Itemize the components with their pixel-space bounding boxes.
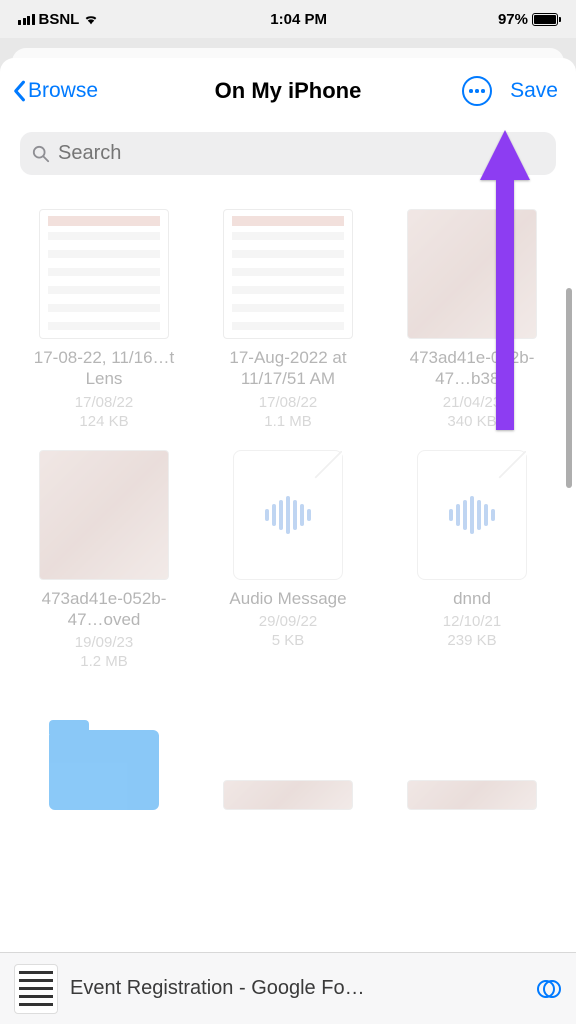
- folder-item[interactable]: [20, 690, 188, 828]
- file-name: 17-Aug-2022 at 11/17/51 AM: [213, 347, 363, 390]
- file-date: 17/08/22: [75, 394, 133, 411]
- file-thumbnail-icon: [407, 780, 537, 810]
- scrollbar[interactable]: [566, 288, 572, 488]
- chevron-left-icon: [12, 80, 26, 102]
- status-right: 97%: [498, 11, 558, 28]
- wifi-icon: [83, 13, 99, 25]
- battery-icon: [532, 13, 558, 26]
- file-size: 340 KB: [447, 413, 496, 430]
- file-date: 17/08/22: [259, 394, 317, 411]
- file-item[interactable]: [388, 690, 556, 828]
- file-size: 239 KB: [447, 632, 496, 649]
- audio-file-icon: [233, 450, 343, 580]
- file-size: 1.1 MB: [264, 413, 312, 430]
- file-date: 12/10/21: [443, 613, 501, 630]
- file-item[interactable]: dnnd 12/10/21 239 KB: [388, 450, 556, 671]
- folder-icon: [49, 730, 159, 810]
- file-picker-sheet: Browse On My iPhone Save 17-08-22, 11/16…: [0, 58, 576, 952]
- search-icon: [32, 145, 50, 163]
- bottom-bar: Event Registration - Google Fo…: [0, 952, 576, 1024]
- status-time: 1:04 PM: [270, 11, 327, 28]
- file-name: 473ad41e-052b-47…oved: [29, 588, 179, 631]
- tabs-icon[interactable]: [536, 976, 562, 1002]
- file-size: 5 KB: [272, 632, 305, 649]
- file-size: 1.2 MB: [80, 653, 128, 670]
- save-button[interactable]: Save: [510, 79, 558, 103]
- file-item[interactable]: 17-Aug-2022 at 11/17/51 AM 17/08/22 1.1 …: [204, 209, 372, 430]
- more-button[interactable]: [462, 76, 492, 106]
- back-label: Browse: [28, 79, 98, 103]
- status-bar: BSNL 1:04 PM 97%: [0, 0, 576, 38]
- file-name: Audio Message: [229, 588, 346, 609]
- page-title-label: Event Registration - Google Fo…: [70, 977, 524, 1000]
- search-bar[interactable]: [20, 132, 556, 175]
- file-thumbnail-icon: [223, 780, 353, 810]
- search-input[interactable]: [58, 142, 544, 165]
- file-item[interactable]: 473ad41e-052b-47…oved 19/09/23 1.2 MB: [20, 450, 188, 671]
- file-thumbnail-icon: [39, 450, 169, 580]
- page-thumbnail-icon[interactable]: [14, 964, 58, 1014]
- nav-bar: Browse On My iPhone Save: [0, 58, 576, 118]
- file-item[interactable]: 17-08-22, 11/16…t Lens 17/08/22 124 KB: [20, 209, 188, 430]
- file-date: 29/09/22: [259, 613, 317, 630]
- file-date: 19/09/23: [75, 634, 133, 651]
- file-thumbnail-icon: [407, 209, 537, 339]
- file-item[interactable]: Audio Message 29/09/22 5 KB: [204, 450, 372, 671]
- file-date: 21/04/23: [443, 394, 501, 411]
- file-name: 17-08-22, 11/16…t Lens: [29, 347, 179, 390]
- signal-icon: [18, 14, 35, 25]
- file-thumbnail-icon: [223, 209, 353, 339]
- file-size: 124 KB: [79, 413, 128, 430]
- file-item[interactable]: 473ad41e-052b-47…b38d 21/04/23 340 KB: [388, 209, 556, 430]
- page-title: On My iPhone: [215, 78, 362, 104]
- back-button[interactable]: Browse: [12, 79, 98, 103]
- file-name: 473ad41e-052b-47…b38d: [397, 347, 547, 390]
- status-left: BSNL: [18, 11, 99, 28]
- file-grid: 17-08-22, 11/16…t Lens 17/08/22 124 KB 1…: [0, 189, 576, 848]
- file-name: dnnd: [453, 588, 491, 609]
- audio-file-icon: [417, 450, 527, 580]
- battery-percent: 97%: [498, 11, 528, 28]
- carrier-label: BSNL: [39, 11, 80, 28]
- file-thumbnail-icon: [39, 209, 169, 339]
- file-item[interactable]: [204, 690, 372, 828]
